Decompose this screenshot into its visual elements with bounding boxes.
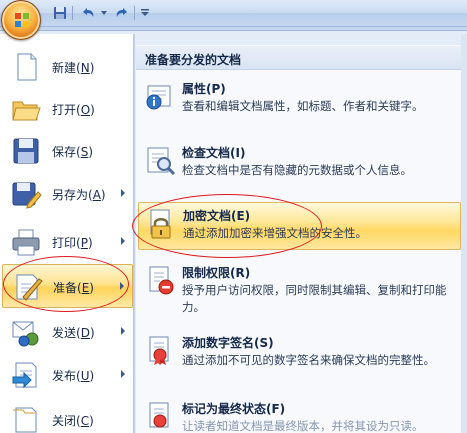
submenu-arrow-icon [121, 237, 125, 245]
new-document-icon [10, 51, 42, 83]
submenu-arrow-icon [121, 327, 125, 335]
menu-item-close[interactable]: 关闭(C) [2, 398, 133, 433]
printer-icon [10, 226, 42, 258]
submenu-item-properties[interactable]: 属性(P) 查看和编辑文档属性，如标题、作者和关键字。 [138, 76, 461, 138]
menu-edge [461, 34, 467, 433]
save-disk-icon [10, 135, 42, 167]
publish-icon [10, 359, 42, 391]
menu-item-prepare[interactable]: 准备(E) [2, 264, 133, 308]
redo-icon[interactable] [112, 4, 132, 22]
digital-signature-icon [144, 334, 176, 366]
submenu-arrow-icon [121, 370, 125, 378]
inspect-document-icon [144, 144, 176, 176]
restrict-permission-icon [144, 264, 176, 296]
menu-item-open[interactable]: 打开(O) [2, 87, 133, 131]
mark-final-icon [144, 400, 176, 432]
submenu-item-mark-as-final[interactable]: 标记为最终状态(F) 让读者知道文档是最终版本，并将其设为只读。 [138, 396, 461, 433]
submenu-arrow-icon [120, 282, 124, 290]
menu-item-publish[interactable]: 发布(U) [2, 353, 133, 397]
submenu-header: 准备要分发的文档 [136, 46, 461, 70]
submenu-arrow-icon [121, 189, 125, 197]
open-folder-icon [10, 93, 42, 125]
customize-toolbar-icon[interactable] [139, 4, 151, 22]
menu-item-print[interactable]: 打印(P) [2, 220, 133, 264]
menu-divider [133, 34, 134, 433]
office-logo-icon [15, 13, 29, 27]
save-icon[interactable] [52, 4, 68, 22]
menu-item-send[interactable]: 发送(D) [2, 310, 133, 354]
office-button[interactable] [1, 0, 41, 40]
properties-icon [144, 80, 176, 112]
submenu-item-encrypt-document[interactable]: 加密文档(E) 通过添加加密来增强文档的安全性。 [138, 202, 461, 250]
menu-item-new[interactable]: 新建(N) [2, 45, 133, 89]
menu-item-save[interactable]: 保存(S) [2, 129, 133, 173]
send-icon [10, 316, 42, 348]
submenu-item-restrict-permission[interactable]: 限制权限(R) 授予用户访问权限，同时限制其编辑、复制和打印能力。 [138, 260, 461, 326]
undo-icon[interactable] [78, 4, 98, 22]
menu-item-save-as[interactable]: 另存为(A) [2, 172, 133, 216]
undo-dropdown-icon[interactable] [100, 4, 108, 22]
close-doc-icon [10, 404, 42, 433]
save-as-icon [10, 178, 42, 210]
quick-access-toolbar [0, 0, 467, 27]
encrypt-lock-icon [145, 207, 177, 239]
prepare-icon [11, 271, 43, 303]
submenu-item-inspect-document[interactable]: 检查文档(I) 检查文档中是否有隐藏的元数据或个人信息。 [138, 140, 461, 190]
submenu-item-add-digital-signature[interactable]: 添加数字签名(S) 通过添加不可见的数字签名来确保文档的完整性。 [138, 330, 461, 394]
